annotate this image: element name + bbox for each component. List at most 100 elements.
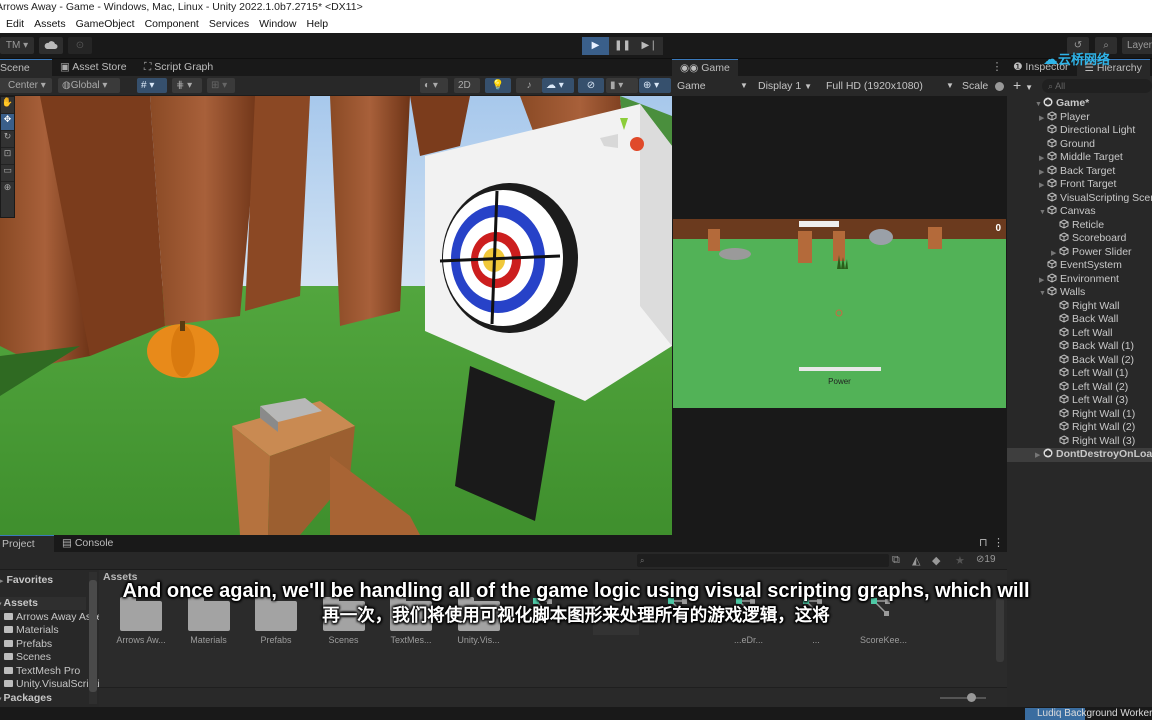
menu-edit[interactable]: Edit <box>0 15 29 33</box>
hierarchy-item[interactable]: VisualScripting SceneVariables <box>1007 192 1152 206</box>
hierarchy-item[interactable]: ▶ Middle Target <box>1007 151 1152 165</box>
hierarchy-item[interactable]: Back Wall <box>1007 313 1152 327</box>
scale-slider-handle[interactable] <box>995 82 1004 91</box>
game-viewport[interactable]: 0 Power <box>672 96 1007 535</box>
search-by-label-icon[interactable]: ◭ <box>912 554 920 567</box>
gizmos-dropdown[interactable]: ⊕ ▾ <box>639 78 671 93</box>
asset-folder[interactable]: Materials <box>175 585 243 655</box>
camera-dropdown[interactable]: ▮ ▾ <box>606 78 638 93</box>
hierarchy-item[interactable]: Left Wall (1) <box>1007 367 1152 381</box>
icon-size-slider[interactable] <box>940 697 986 699</box>
expand-down-icon[interactable]: ▼ <box>1035 98 1043 112</box>
cloud-button[interactable] <box>39 37 63 54</box>
project-tree-item[interactable]: TextMesh Pro <box>4 665 80 678</box>
hierarchy-item[interactable]: ▶ Back Target <box>1007 165 1152 179</box>
tree-scrollbar[interactable] <box>89 572 97 704</box>
lighting-toggle[interactable]: 💡 <box>485 78 511 93</box>
hierarchy-item[interactable]: Left Wall (3) <box>1007 394 1152 408</box>
panel-menu-button[interactable]: ⋮ <box>987 59 1007 76</box>
tag-icon[interactable]: ◆ <box>932 554 940 567</box>
hierarchy-scene-item[interactable]: ▼ Game* <box>1007 97 1152 111</box>
hidden-packages-toggle[interactable]: ⊘19 <box>976 554 996 565</box>
scene-viewport[interactable]: ✋ ✥ ↻ ⊡ ▭ ⊕ <box>0 96 672 535</box>
hierarchy-search-input[interactable]: ⌕ All <box>1042 79 1152 93</box>
space-dropdown[interactable]: ◍Global ▾ <box>58 78 120 93</box>
hierarchy-item[interactable]: Scoreboard <box>1007 232 1152 246</box>
menu-window[interactable]: Window <box>254 15 301 33</box>
project-tree-item[interactable]: Materials <box>4 624 59 637</box>
game-view-dropdown[interactable]: Game <box>677 76 706 96</box>
hierarchy-item[interactable]: Ground <box>1007 138 1152 152</box>
hierarchy-item[interactable]: ▼ Walls <box>1007 286 1152 300</box>
expand-down-icon[interactable]: ▼ <box>1039 206 1047 220</box>
tree-scrollbar-thumb[interactable] <box>89 580 97 692</box>
account-dropdown[interactable]: TM ▾ <box>0 37 34 54</box>
hierarchy-item[interactable]: ▶ Environment <box>1007 273 1152 287</box>
tab-script-graph[interactable]: ⛶ Script Graph <box>136 59 221 76</box>
panel-menu-button[interactable]: ⋮ <box>993 535 1007 552</box>
tab-console[interactable]: ▤ Console <box>54 535 121 552</box>
icon-size-slider-handle[interactable] <box>967 693 976 702</box>
lock-icon[interactable]: ⊓ <box>979 535 993 552</box>
project-tree-item[interactable]: Prefabs <box>4 638 52 651</box>
snap-settings-button[interactable]: ⊞ ▾ <box>207 78 235 93</box>
hierarchy-item[interactable]: Back Wall (2) <box>1007 354 1152 368</box>
hierarchy-item[interactable]: Directional Light <box>1007 124 1152 138</box>
hierarchy-item[interactable]: Right Wall <box>1007 300 1152 314</box>
scene-visibility-toggle[interactable]: ⊘ <box>578 78 604 93</box>
asset-folder[interactable]: Prefabs <box>242 585 310 655</box>
menu-assets[interactable]: Assets <box>29 15 71 33</box>
assets-scrollbar[interactable] <box>996 598 1004 662</box>
2d-toggle[interactable]: 2D <box>454 78 480 93</box>
move-tool[interactable]: ✥ <box>1 114 14 131</box>
tab-scene[interactable]: Scene <box>0 59 52 76</box>
hierarchy-item[interactable]: ▶ Front Target <box>1007 178 1152 192</box>
hierarchy-item[interactable]: ▶ Power Slider <box>1007 246 1152 260</box>
expand-down-icon[interactable]: ▼ <box>1039 287 1047 301</box>
expand-right-icon[interactable]: ▶ <box>1039 112 1047 126</box>
grid-snap-button[interactable]: # ▾ <box>137 78 167 93</box>
pivot-dropdown[interactable]: Center ▾ <box>0 78 52 93</box>
star-icon[interactable]: ★ <box>955 554 965 567</box>
hierarchy-item[interactable]: Back Wall (1) <box>1007 340 1152 354</box>
expand-right-icon[interactable]: ▶ <box>1039 152 1047 166</box>
hierarchy-item[interactable]: Left Wall <box>1007 327 1152 341</box>
play-button[interactable]: ▶ <box>582 37 609 55</box>
project-search-input[interactable]: ⌕ <box>637 554 889 567</box>
asset-script-graph[interactable]: ...eDr... <box>715 585 783 655</box>
project-tree-item[interactable]: ▾Assets <box>0 597 86 610</box>
effects-dropdown[interactable]: ☁ ▾ <box>542 78 574 93</box>
menu-services[interactable]: Services <box>204 15 254 33</box>
expand-right-icon[interactable]: ▶ <box>1039 179 1047 193</box>
rotate-tool[interactable]: ↻ <box>1 131 14 148</box>
asset-folder[interactable]: Arrows Aw... <box>107 585 175 655</box>
asset-script-graph[interactable] <box>512 585 580 655</box>
hierarchy-item[interactable]: Reticle <box>1007 219 1152 233</box>
tab-game[interactable]: ◉◉ Game <box>672 59 738 76</box>
shading-mode-dropdown[interactable]: ◐ ▾ <box>420 78 448 93</box>
asset-script-graph[interactable] <box>647 585 715 655</box>
scale-tool[interactable]: ⊡ <box>1 148 14 165</box>
search-by-type-icon[interactable]: ⧉ <box>892 554 900 567</box>
step-button[interactable]: ▶❘ <box>636 37 663 55</box>
expand-right-icon[interactable]: ▶ <box>1039 166 1047 180</box>
tab-asset-store[interactable]: ▣ Asset Store <box>52 59 132 76</box>
snap-increment-button[interactable]: ⋕ ▾ <box>172 78 202 93</box>
hierarchy-item[interactable]: Left Wall (2) <box>1007 381 1152 395</box>
expand-right-icon[interactable]: ▶ <box>1051 247 1059 261</box>
asset-script-graph[interactable] <box>580 585 648 655</box>
expand-right-icon[interactable]: ▶ <box>1035 449 1043 463</box>
hierarchy-item[interactable]: Right Wall (2) <box>1007 421 1152 435</box>
tab-project[interactable]: Project <box>0 535 54 552</box>
expand-right-icon[interactable]: ▶ <box>1039 274 1047 288</box>
favorites-item[interactable]: ▸ Favorites <box>0 574 53 587</box>
project-tree-item[interactable]: ▾Packages <box>0 692 52 705</box>
hierarchy-item[interactable]: ▼ Canvas <box>1007 205 1152 219</box>
transform-tool[interactable]: ⊕ <box>1 182 14 199</box>
rect-tool[interactable]: ▭ <box>1 165 14 182</box>
collab-button[interactable]: ⊙ <box>68 37 92 54</box>
resolution-dropdown[interactable]: Full HD (1920x1080) <box>826 76 923 96</box>
add-object-button[interactable]: + ▼ <box>1013 77 1033 93</box>
menu-gameobject[interactable]: GameObject <box>71 15 140 33</box>
hierarchy-item[interactable]: Right Wall (1) <box>1007 408 1152 422</box>
